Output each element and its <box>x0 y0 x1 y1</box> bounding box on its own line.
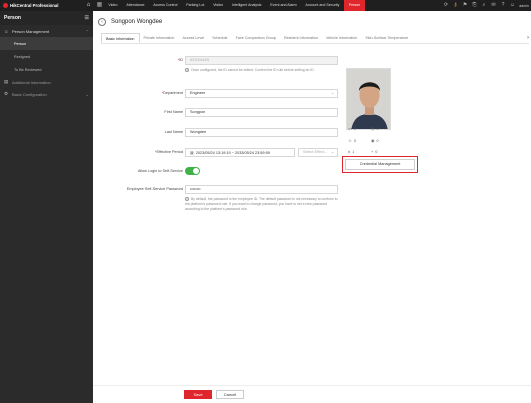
page-title: Songpon Wongdee <box>111 19 163 25</box>
calendar-icon: ▦ <box>190 150 194 155</box>
header-tools: ⟳ ⚷ ⚑ ⎘ ⌕ ✉ ? ☺ admin <box>441 0 531 11</box>
face-count: ☺ 0 <box>348 138 357 143</box>
grid-menu-icon[interactable]: ▦ <box>95 0 104 11</box>
iris-count: ◉ 0 <box>371 138 379 143</box>
card-count: ▭ 0 <box>348 126 356 131</box>
nav-access-control[interactable]: Access Control <box>149 0 182 11</box>
sidebar-group-basic-configuration[interactable]: ⚙ Basic Configuration ⌄ <box>0 88 93 100</box>
nav-person[interactable]: Person <box>343 0 366 11</box>
password-note: i By default, the password is the employe… <box>185 197 338 212</box>
sidebar-title: Person <box>4 15 21 21</box>
start-date: 2023/05/24 13:19:19 <box>195 151 231 155</box>
id-note: i Once configured, the ID cannot be edite… <box>185 68 315 72</box>
toggle-knob <box>193 168 199 174</box>
date-separator: ~ <box>231 151 234 155</box>
first-name-label: First Name <box>164 110 183 114</box>
refresh-icon[interactable]: ⟳ <box>441 0 451 11</box>
sidebar-header: Person ☰ <box>0 11 93 25</box>
sidebar-group-person-management[interactable]: ☺ Person Management ⌃ <box>0 25 93 37</box>
detail-tabs: Basic Information Private Information Ac… <box>101 33 529 44</box>
department-label: *Department <box>161 91 183 95</box>
save-button[interactable]: Save <box>184 390 212 399</box>
sidebar-group-label: Person Management <box>12 28 50 34</box>
nav-attendance[interactable]: Attendance <box>122 0 149 11</box>
last-name-label: Last Name <box>164 130 183 134</box>
nav-account-and-security[interactable]: Account and Security <box>301 0 344 11</box>
chevron-down-icon: ⌄ <box>85 91 89 97</box>
self-service-toggle[interactable] <box>185 167 200 175</box>
effect-select[interactable]: Select Effect... ⌄ <box>298 148 338 157</box>
tab-schedule[interactable]: Schedule <box>208 33 231 43</box>
logo-mark-icon <box>3 3 8 8</box>
sidebar-group-additional-information[interactable]: ▤ Additional Information <box>0 76 93 88</box>
first-name-input[interactable]: Songpon <box>185 108 338 117</box>
end-date: 2033/05/24 23:59:59 <box>234 151 270 155</box>
credential-management-button[interactable]: Credential Management <box>345 159 415 170</box>
other-credential-count: ⌁ 0 <box>371 149 378 154</box>
sidebar: Person ☰ ☺ Person Management ⌃ Person Re… <box>0 11 93 403</box>
tab-resident-information[interactable]: Resident Information <box>280 33 322 43</box>
cancel-button[interactable]: Cancel <box>216 390 244 399</box>
message-icon[interactable]: ✉ <box>489 0 499 11</box>
main-content: ‹ Songpon Wongdee Basic Information Priv… <box>93 11 531 403</box>
card-icon: ▭ <box>348 126 352 131</box>
app-logo: HikCentral Professional <box>0 3 82 8</box>
sidebar-item-to-be-reviewed[interactable]: To Be Reviewed <box>0 63 93 76</box>
sidebar-group-label: Additional Information <box>12 79 51 85</box>
user-icon[interactable]: ☺ <box>508 0 518 11</box>
search-icon[interactable]: ⌕ <box>479 0 489 11</box>
pin-icon: # <box>348 149 351 154</box>
tab-private-information[interactable]: Private Information <box>140 33 179 43</box>
remote-icon: ⌁ <box>371 149 374 154</box>
sidebar-group-label: Basic Configuration <box>12 91 47 97</box>
department-select[interactable]: Engineer ⌄ <box>185 89 338 98</box>
tab-face-comparison-group[interactable]: Face Comparison Group <box>232 33 280 43</box>
fingerprint-count: ◎ 0 <box>371 126 379 131</box>
nav-visitor[interactable]: Visitor <box>209 0 228 11</box>
tab-skin-surface-temperature[interactable]: Skin-Surface Temperature <box>361 33 412 43</box>
tab-basic-information[interactable]: Basic Information <box>101 33 140 43</box>
iris-icon: ◉ <box>371 138 375 143</box>
pin-count: #1 <box>348 149 355 154</box>
module-tabs: Video Attendance Access Control Parking … <box>104 0 366 11</box>
info-icon: i <box>185 197 189 201</box>
nav-intelligent-analysis[interactable]: Intelligent Analysis <box>228 0 266 11</box>
flag-icon[interactable]: ⚑ <box>460 0 470 11</box>
password-label: Employee Self-Service Password <box>126 187 183 191</box>
export-icon[interactable]: ⎘ <box>470 0 480 11</box>
face-icon: ☺ <box>348 138 353 143</box>
back-arrow-icon[interactable]: ‹ <box>98 18 106 26</box>
person-photo[interactable] <box>346 68 391 130</box>
chevron-up-icon: ⌃ <box>85 28 89 34</box>
fingerprint-icon: ◎ <box>371 126 375 131</box>
tabs-next-icon[interactable]: › <box>527 33 529 43</box>
nav-event-and-alarm[interactable]: Event and Alarm <box>266 0 301 11</box>
last-name-input[interactable]: Wongdee <box>185 128 338 137</box>
collapse-sidebar-icon[interactable]: ☰ <box>85 15 89 21</box>
home-icon[interactable]: ⌂ <box>82 0 95 11</box>
chevron-down-icon: ⌄ <box>331 91 334 95</box>
tab-vehicle-information[interactable]: Vehicle Information <box>322 33 361 43</box>
form-footer: Save Cancel <box>93 385 531 403</box>
tab-access-level[interactable]: Access Level <box>178 33 208 43</box>
chevron-down-icon: ⌄ <box>331 150 334 154</box>
effective-period-label: *Effective Period <box>154 150 183 154</box>
nav-parking-lot[interactable]: Parking Lot <box>182 0 209 11</box>
page-header: ‹ Songpon Wongdee <box>93 11 531 33</box>
logo-text: HikCentral Professional <box>10 3 59 8</box>
help-icon[interactable]: ? <box>498 0 508 11</box>
sidebar-item-resigned[interactable]: Resigned <box>0 50 93 63</box>
top-navigation-bar: HikCentral Professional ⌂ ▦ Video Attend… <box>0 0 531 11</box>
self-service-label: Allow Login to Self-Service <box>137 169 183 173</box>
key-icon[interactable]: ⚷ <box>451 0 461 11</box>
sidebar-item-person[interactable]: Person <box>0 37 93 50</box>
effective-period-range[interactable]: ▦ 2023/05/24 13:19:19 ~ 2033/05/24 23:59:… <box>185 148 295 157</box>
id-label: *ID <box>177 58 183 62</box>
id-field: 621001625 <box>185 56 338 65</box>
nav-video[interactable]: Video <box>104 0 122 11</box>
username[interactable]: admin <box>519 4 529 8</box>
password-input[interactable]: •••••••• <box>185 185 338 194</box>
info-icon: i <box>185 68 189 72</box>
